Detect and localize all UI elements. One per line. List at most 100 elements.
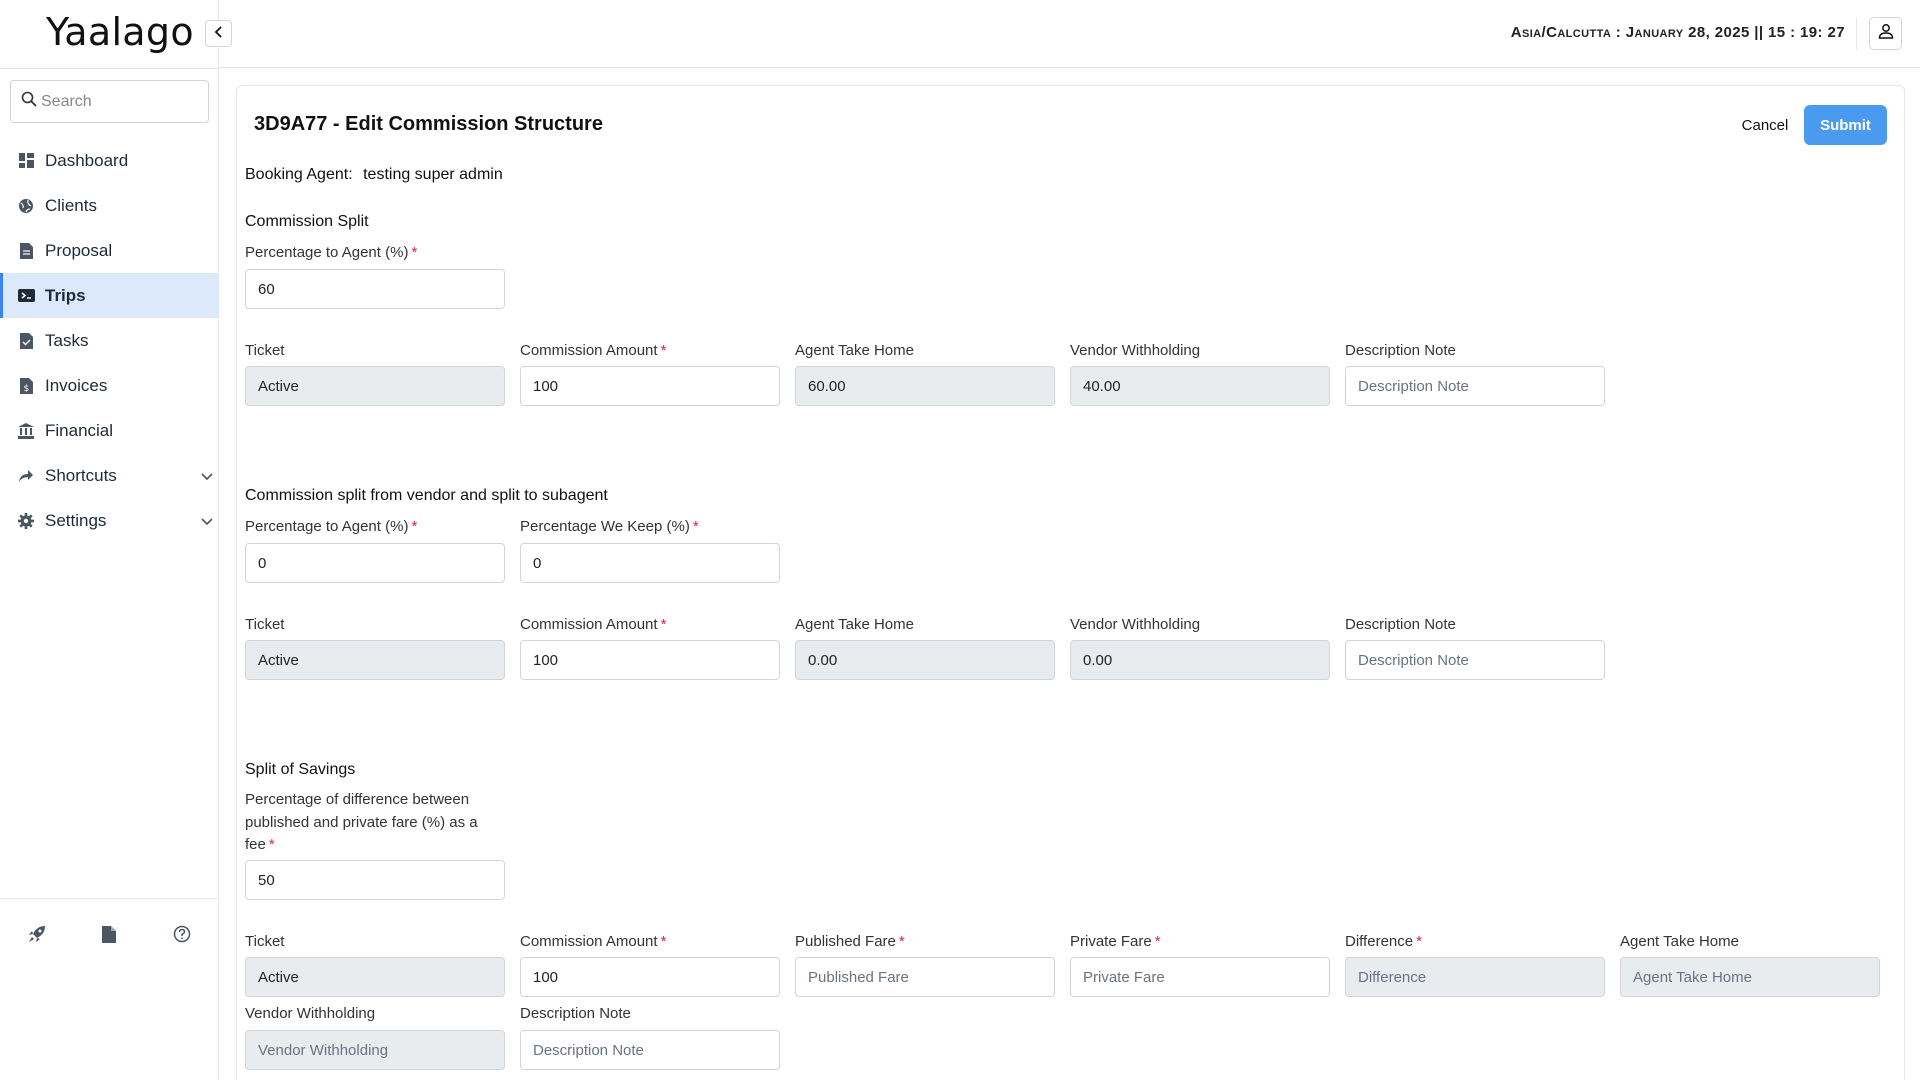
sidebar-item-settings[interactable]: Settings (0, 498, 219, 543)
sidebar-item-dashboard[interactable]: Dashboard (0, 138, 219, 183)
commission-amount-label: Commission Amount (520, 933, 658, 950)
divider (1856, 18, 1857, 50)
required-marker: * (1154, 933, 1161, 950)
required-marker: * (411, 518, 418, 535)
ticket-status-field (245, 640, 505, 680)
agent-take-home-field (1620, 957, 1880, 997)
sidebar-item-invoices[interactable]: $ Invoices (0, 363, 219, 408)
required-marker: * (268, 836, 275, 853)
section-title-split-of-savings: Split of Savings (245, 761, 356, 778)
bank-icon (17, 422, 35, 440)
vendor-withholding-label: Vendor Withholding (1070, 342, 1201, 359)
field-label: Commission Amount * (520, 342, 666, 359)
description-note-input[interactable] (520, 1030, 780, 1070)
sidebar-item-shortcuts[interactable]: Shortcuts (0, 453, 219, 498)
savings-fee-percentage-input[interactable] (245, 860, 505, 900)
sidebar-item-label: Clients (45, 195, 97, 215)
sidebar-item-proposal[interactable]: Proposal (0, 228, 219, 273)
sidebar-footer (0, 898, 219, 960)
sidebar-item-label: Financial (45, 420, 114, 440)
field-label: Private Fare * (1070, 933, 1161, 950)
commission-amount-input[interactable] (520, 640, 780, 680)
brand-logo: Yaalago (46, 10, 194, 54)
commission-amount-label: Commission Amount (520, 616, 658, 633)
timezone-clock: Asia/Calcutta : January 28, 2025 || 15 :… (1510, 24, 1845, 41)
ticket-label: Ticket (245, 933, 285, 950)
description-note-label: Description Note (520, 1005, 631, 1022)
agent-take-home-label: Agent Take Home (795, 616, 914, 633)
section-title-vendor-split: Commission split from vendor and split t… (245, 487, 608, 504)
published-fare-input[interactable] (795, 957, 1055, 997)
sidebar-item-label: Trips (45, 285, 86, 305)
required-marker: * (692, 518, 699, 535)
user-menu-button[interactable] (1869, 17, 1902, 50)
chevron-down-icon[interactable] (201, 512, 213, 532)
percentage-to-agent-input[interactable] (245, 269, 505, 309)
search-box[interactable] (10, 80, 209, 123)
vendor-withholding-label: Vendor Withholding (1070, 616, 1201, 633)
page-title: 3D9A77 - Edit Commission Structure (254, 113, 603, 135)
task-icon (17, 332, 35, 350)
dashboard-icon (17, 152, 35, 170)
edit-commission-card: 3D9A77 - Edit Commission Structure Cance… (236, 85, 1905, 1080)
percentage-to-agent-input[interactable] (245, 543, 505, 583)
field-label: Percentage We Keep (%) * (520, 518, 699, 535)
field-label: Published Fare * (795, 933, 905, 950)
sidebar-item-label: Dashboard (45, 150, 129, 170)
percentage-we-keep-input[interactable] (520, 543, 780, 583)
ticket-label: Ticket (245, 342, 285, 359)
top-bar: Asia/Calcutta : January 28, 2025 || 15 :… (219, 0, 1920, 68)
agent-take-home-field (795, 366, 1055, 406)
ticket-label: Ticket (245, 616, 285, 633)
sidebar-item-label: Tasks (45, 330, 89, 350)
sidebar-item-label: Shortcuts (45, 465, 117, 485)
user-icon (1878, 23, 1894, 44)
required-marker: * (411, 244, 418, 261)
sidebar-nav: Dashboard Clients Proposal Trips Tasks $… (0, 138, 219, 543)
ticket-status-field (245, 957, 505, 997)
sidebar-item-tasks[interactable]: Tasks (0, 318, 219, 363)
sidebar-item-clients[interactable]: Clients (0, 183, 219, 228)
search-icon (21, 91, 37, 112)
sidebar-item-trips[interactable]: Trips (0, 273, 219, 318)
field-label: Difference * (1345, 933, 1422, 950)
rocket-icon[interactable] (28, 925, 46, 948)
private-fare-input[interactable] (1070, 957, 1330, 997)
search-input[interactable] (41, 92, 201, 111)
gear-icon (17, 512, 35, 530)
vendor-withholding-label: Vendor Withholding (245, 1005, 376, 1022)
sidebar-item-label: Proposal (45, 240, 113, 260)
description-note-label: Description Note (1345, 342, 1456, 359)
help-icon[interactable] (173, 925, 191, 948)
field-label: Percentage to Agent (%) * (245, 518, 417, 535)
document-icon (17, 242, 35, 260)
divider (0, 68, 219, 69)
collapse-sidebar-button[interactable] (205, 20, 232, 47)
required-marker: * (898, 933, 905, 950)
ticket-status-field (245, 366, 505, 406)
private-fare-label: Private Fare (1070, 933, 1152, 950)
commission-amount-input[interactable] (520, 957, 780, 997)
booking-agent-value: testing super admin (363, 166, 503, 183)
globe-icon (17, 197, 35, 215)
description-note-input[interactable] (1345, 366, 1605, 406)
file-icon[interactable] (102, 925, 117, 948)
difference-label: Difference (1345, 933, 1414, 950)
agent-take-home-label: Agent Take Home (795, 342, 914, 359)
savings-fee-label-end: fee (245, 836, 266, 853)
cancel-button[interactable]: Cancel (1724, 106, 1806, 144)
field-label: Commission Amount * (520, 616, 666, 633)
required-marker: * (1416, 933, 1422, 950)
ticket-icon (17, 287, 35, 305)
vendor-withholding-field (245, 1030, 505, 1070)
field-label: Commission Amount * (520, 933, 666, 950)
description-note-input[interactable] (1345, 640, 1605, 680)
commission-amount-input[interactable] (520, 366, 780, 406)
sidebar-item-financial[interactable]: Financial (0, 408, 219, 453)
chevron-left-icon (214, 25, 224, 43)
field-label: Percentage to Agent (%) * (245, 244, 417, 261)
savings-fee-label-line: Percentage of difference between (245, 791, 470, 808)
submit-button[interactable]: Submit (1804, 105, 1887, 145)
chevron-down-icon[interactable] (201, 467, 213, 487)
savings-fee-label-line: published and private fare (%) as a (245, 813, 478, 831)
